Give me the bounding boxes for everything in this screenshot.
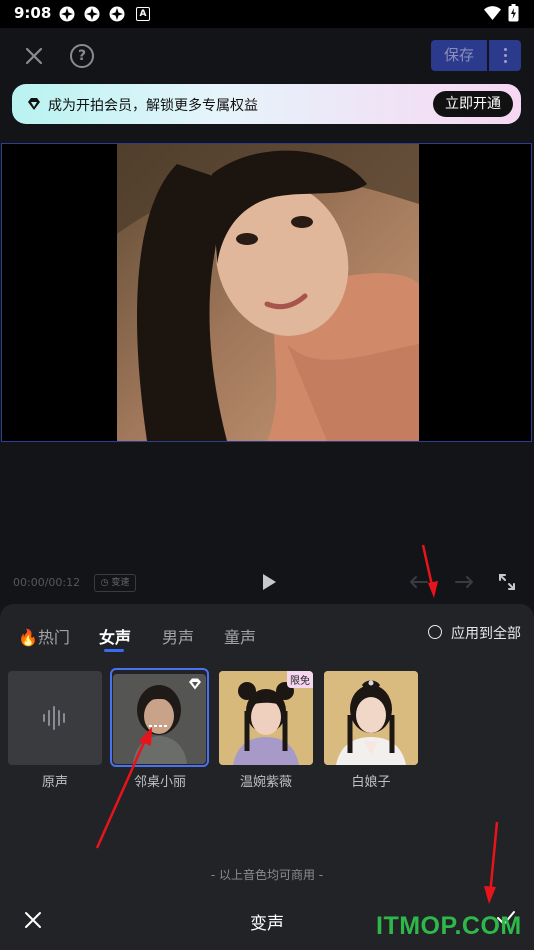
apply-all-radio[interactable]: [428, 625, 442, 639]
voice-gentle-ziwei[interactable]: 限免: [219, 671, 313, 765]
voice-label: 白娘子: [351, 775, 391, 790]
tab-male[interactable]: 男声: [162, 624, 194, 648]
redo-icon[interactable]: [454, 574, 474, 590]
vip-diamond-icon: [189, 678, 201, 690]
apply-all-label[interactable]: 应用到全部: [451, 623, 521, 643]
speed-icon: ◷: [100, 578, 109, 588]
wifi-icon: [484, 6, 501, 20]
voice-label: 原声: [41, 775, 68, 790]
open-membership-button[interactable]: 立即开通: [433, 91, 513, 117]
tab-hot[interactable]: 🔥热门: [18, 624, 70, 648]
more-options-button[interactable]: [489, 40, 521, 71]
video-frame-image: [117, 144, 419, 441]
membership-text: 成为开拍会员，解锁更多专属权益: [48, 98, 258, 114]
app-notification-icon: [59, 6, 75, 22]
voice-desk-neighbor[interactable]: [113, 674, 206, 764]
watermark: ITMOP.COM: [376, 912, 522, 940]
avatar: [324, 671, 418, 765]
voice-changer-panel: 🔥热门 女声 男声 童声 应用到全部 原声 邻桌小丽 限免 温婉紫薇 白娘子 -…: [0, 604, 534, 950]
battery-icon: [508, 4, 519, 22]
voice-original[interactable]: [8, 671, 102, 765]
speed-button[interactable]: ◷ 变速: [94, 574, 136, 592]
play-icon[interactable]: [261, 573, 277, 591]
fullscreen-icon[interactable]: [498, 573, 516, 591]
help-button[interactable]: ?: [70, 44, 94, 68]
playback-time: 00:00/00:12: [13, 576, 81, 589]
video-preview[interactable]: [1, 143, 532, 442]
voice-label: 温婉紫薇: [239, 775, 292, 790]
status-time: 9:08: [14, 4, 52, 22]
voice-white-lady[interactable]: [324, 671, 418, 765]
more-dots-icon: [503, 48, 507, 51]
tab-female[interactable]: 女声: [99, 624, 131, 648]
close-icon[interactable]: [22, 44, 46, 68]
limited-free-badge: 限免: [287, 671, 313, 688]
app-notification-icon: [84, 6, 100, 22]
membership-banner[interactable]: 成为开拍会员，解锁更多专属权益 立即开通: [12, 84, 521, 124]
status-bar: 9:08 A: [0, 0, 534, 28]
tab-child[interactable]: 童声: [224, 624, 256, 648]
voice-label: 邻桌小丽: [133, 775, 186, 790]
undo-icon[interactable]: [409, 574, 429, 590]
diamond-icon: [28, 98, 40, 110]
accessibility-badge-icon: A: [136, 7, 150, 21]
waveform-icon: [43, 706, 65, 730]
save-button[interactable]: 保存: [431, 40, 487, 71]
commercial-use-note: - 以上音色均可商用 -: [210, 868, 324, 882]
active-tab-indicator: [104, 649, 124, 652]
app-notification-icon: [109, 6, 125, 22]
speed-label: 变速: [111, 578, 130, 588]
